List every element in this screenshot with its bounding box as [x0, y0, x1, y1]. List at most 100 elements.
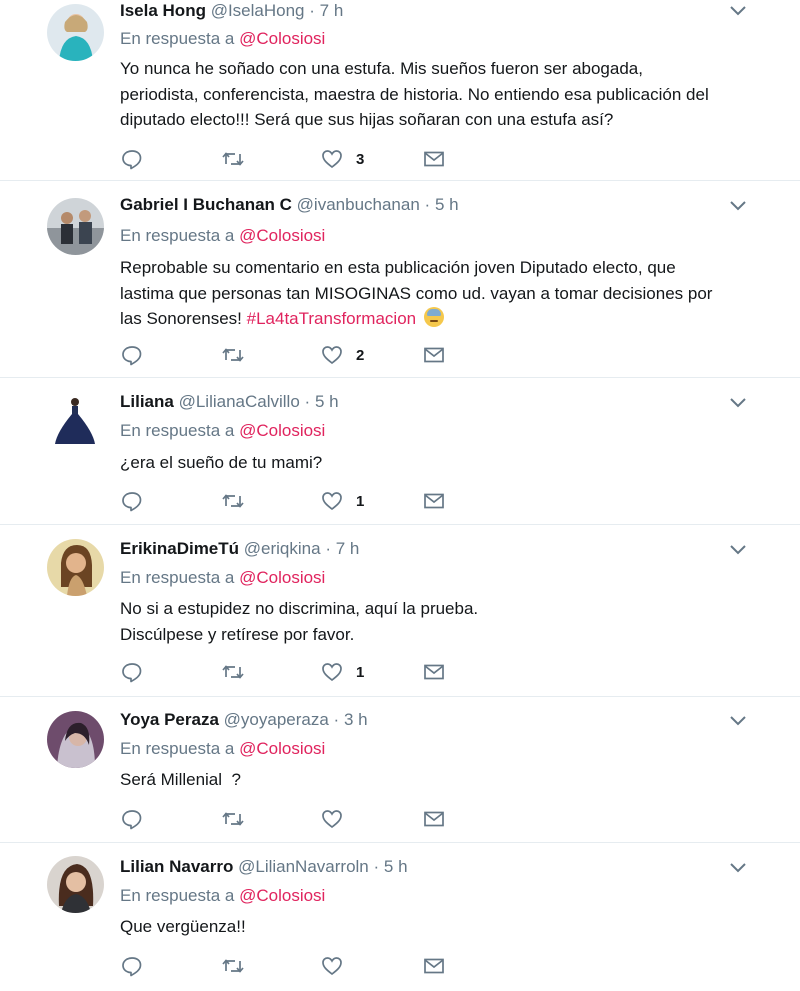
tweet-text: Será Millenial ? [120, 767, 780, 793]
like-button[interactable] [320, 807, 356, 831]
mention-link[interactable]: @Colosiosi [239, 29, 325, 48]
timestamp[interactable]: 5 h [315, 392, 339, 411]
retweet-button[interactable] [220, 807, 246, 831]
tweet-text-line: ¿era el sueño de tu mami? [120, 453, 323, 472]
user-handle[interactable]: @LilianNavarroln [238, 857, 369, 876]
display-name[interactable]: Liliana [120, 392, 174, 411]
direct-message-button[interactable] [422, 147, 446, 171]
like-button[interactable]: 2 [320, 343, 364, 367]
mention-link[interactable]: @Colosiosi [239, 568, 325, 587]
mention-link[interactable]: @Colosiosi [239, 886, 325, 905]
mention-link[interactable]: @Colosiosi [239, 226, 325, 245]
display-name[interactable]: ErikinaDimeTú [120, 539, 239, 558]
user-handle[interactable]: @LilianaCalvillo [179, 392, 300, 411]
avatar[interactable] [47, 392, 104, 449]
tweet-card[interactable]: Gabriel I Buchanan C @ivanbuchanan · 5 h… [0, 181, 800, 378]
direct-message-button[interactable] [422, 343, 446, 367]
tweet-card[interactable]: ErikinaDimeTú @eriqkina · 7 h En respues… [0, 525, 800, 697]
like-count: 1 [356, 492, 365, 510]
separator-dot: · [304, 392, 311, 411]
separator-dot: · [373, 857, 380, 876]
tweet-text: Que vergüenza!! [120, 914, 780, 940]
display-name[interactable]: Yoya Peraza [120, 710, 219, 729]
separator-dot: · [333, 710, 340, 729]
timestamp[interactable]: 5 h [435, 195, 459, 214]
direct-message-button[interactable] [422, 954, 446, 978]
chevron-down-icon[interactable] [728, 543, 748, 557]
like-button[interactable] [320, 954, 356, 978]
heart-icon [320, 660, 344, 684]
user-handle[interactable]: @ivanbuchanan [297, 195, 420, 214]
mention-link[interactable]: @Colosiosi [239, 739, 325, 758]
reply-prefix: En respuesta a [120, 29, 235, 48]
reply-icon [120, 147, 144, 171]
direct-message-button[interactable] [422, 807, 446, 831]
retweet-icon [220, 147, 246, 171]
chevron-down-icon[interactable] [728, 861, 748, 875]
retweet-button[interactable] [220, 489, 246, 513]
user-handle[interactable]: @yoyaperaza [224, 710, 329, 729]
display-name[interactable]: Gabriel I Buchanan C [120, 195, 292, 214]
tweet-card[interactable]: Isela Hong @IselaHong · 7 h En respuesta… [0, 0, 800, 181]
direct-message-button[interactable] [422, 489, 446, 513]
tweet-card[interactable]: Liliana @LilianaCalvillo · 5 h En respue… [0, 378, 800, 525]
tweet-card[interactable]: Lilian Navarro @LilianNavarroln · 5 h En… [0, 843, 800, 991]
chevron-down-icon[interactable] [728, 396, 748, 410]
reply-button[interactable] [120, 147, 144, 171]
tweet-text: Reprobable su comentario en esta publica… [120, 255, 780, 332]
retweet-button[interactable] [220, 954, 246, 978]
like-count: 3 [356, 150, 365, 168]
reply-button[interactable] [120, 807, 144, 831]
chevron-down-icon[interactable] [728, 199, 748, 213]
tweet-header: Lilian Navarro @LilianNavarroln · 5 h [120, 856, 408, 878]
tweet-text: ¿era el sueño de tu mami? [120, 450, 780, 476]
hashtag-link[interactable]: #La4taTransformacion [247, 309, 416, 328]
retweet-icon [220, 343, 246, 367]
tweet-text: Yo nunca he soñado con una estufa. Mis s… [120, 56, 780, 133]
reply-prefix: En respuesta a [120, 421, 235, 440]
display-name[interactable]: Lilian Navarro [120, 857, 233, 876]
tweet-actions: 1 [120, 489, 480, 513]
avatar[interactable] [47, 539, 104, 596]
reply-icon [120, 489, 144, 513]
retweet-button[interactable] [220, 343, 246, 367]
user-handle[interactable]: @eriqkina [244, 539, 321, 558]
reply-button[interactable] [120, 660, 144, 684]
retweet-button[interactable] [220, 147, 246, 171]
avatar[interactable] [47, 198, 104, 255]
direct-message-button[interactable] [422, 660, 446, 684]
tweet-actions: 2 [120, 343, 480, 367]
display-name[interactable]: Isela Hong [120, 1, 206, 20]
avatar[interactable] [47, 711, 104, 768]
timestamp[interactable]: 3 h [344, 710, 368, 729]
reply-context: En respuesta a @Colosiosi [120, 567, 325, 589]
user-handle[interactable]: @IselaHong [211, 1, 305, 20]
avatar[interactable] [47, 4, 104, 61]
tweet-actions [120, 954, 480, 978]
reply-button[interactable] [120, 954, 144, 978]
timestamp[interactable]: 5 h [384, 857, 408, 876]
chevron-down-icon[interactable] [728, 714, 748, 728]
reply-context: En respuesta a @Colosiosi [120, 885, 325, 907]
retweet-icon [220, 660, 246, 684]
retweet-button[interactable] [220, 660, 246, 684]
like-button[interactable]: 1 [320, 660, 364, 684]
tweet-card[interactable]: Yoya Peraza @yoyaperaza · 3 h En respues… [0, 697, 800, 843]
tweet-header: Yoya Peraza @yoyaperaza · 3 h [120, 709, 368, 731]
heart-icon [320, 489, 344, 513]
downcast-sweat-face-emoji [423, 307, 444, 327]
like-button[interactable]: 3 [320, 147, 364, 171]
avatar[interactable] [47, 856, 104, 913]
mention-link[interactable]: @Colosiosi [239, 421, 325, 440]
tweet-text-line: No si a estupidez no discrimina, aquí la… [120, 599, 479, 618]
tweet-text-line: Discúlpese y retírese por favor. [120, 624, 355, 644]
heart-icon [320, 807, 344, 831]
envelope-icon [422, 489, 446, 513]
chevron-down-icon[interactable] [728, 4, 748, 18]
timestamp[interactable]: 7 h [336, 539, 360, 558]
like-button[interactable]: 1 [320, 489, 364, 513]
timestamp[interactable]: 7 h [320, 1, 344, 20]
reply-button[interactable] [120, 489, 144, 513]
heart-icon [320, 147, 344, 171]
reply-button[interactable] [120, 343, 144, 367]
